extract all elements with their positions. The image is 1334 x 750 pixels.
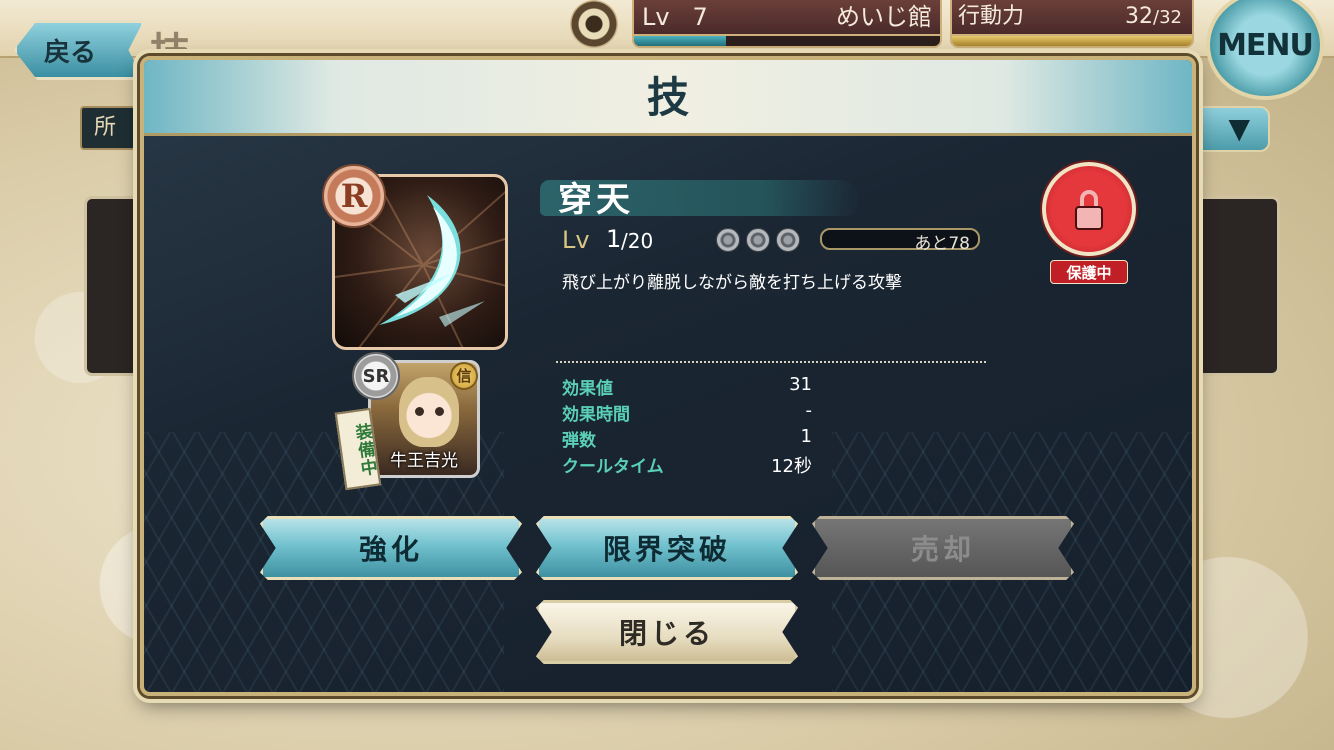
limit-break-star-icon xyxy=(716,228,740,252)
character-rarity-label: SR xyxy=(362,365,390,387)
character-name: 牛王吉光 xyxy=(390,451,458,471)
limit-break-star-icon xyxy=(746,228,770,252)
stat-value: - xyxy=(805,400,813,421)
back-button-label: 戻る xyxy=(43,37,96,68)
stat-label: 効果値 xyxy=(562,379,613,399)
character-eye xyxy=(435,407,444,416)
triangle-down-icon: ▼ xyxy=(1228,112,1250,145)
skill-description: 飛び上がり離脱しながら敵を打ち上げる攻撃 xyxy=(562,273,902,293)
faction-badge-label: 信 xyxy=(456,367,472,385)
skill-level-max: /20 xyxy=(621,229,654,253)
level-exp-fill xyxy=(634,36,726,46)
enhance-button-label: 強化 xyxy=(358,533,423,566)
ap-current: 32 xyxy=(1125,4,1154,29)
enhance-button[interactable]: 強化 xyxy=(260,516,522,580)
limit-break-button-label: 限界突破 xyxy=(602,533,731,566)
action-points-box: 行動力 32/32 xyxy=(950,0,1194,36)
stat-label: 効果時間 xyxy=(562,405,630,425)
crest-icon xyxy=(570,0,618,48)
lock-icon-body xyxy=(1075,206,1103,230)
limit-break-star-icon xyxy=(776,228,800,252)
lock-button[interactable] xyxy=(1042,162,1136,256)
modal-title: 技 xyxy=(144,60,1192,136)
sell-button-label: 売却 xyxy=(910,533,975,566)
ap-bar xyxy=(950,34,1194,48)
skill-detail-modal: 技 R 牛王吉光 SR 信 装備中 穿天 Lv 1 /20 あと78 飛び上がり… xyxy=(140,56,1196,696)
level-value: 7 xyxy=(692,3,708,31)
stat-row: 効果時間 - xyxy=(562,400,812,426)
back-button[interactable]: 戻る xyxy=(14,20,144,80)
stat-row: 弾数 1 xyxy=(562,426,812,452)
character-rarity-badge: SR xyxy=(352,352,400,400)
close-button[interactable]: 閉じる xyxy=(536,600,798,664)
sell-button[interactable]: 売却 xyxy=(812,516,1074,580)
skill-level-current: 1 xyxy=(606,225,622,253)
skill-rarity-label: R xyxy=(340,177,368,215)
stat-row: 効果値 31 xyxy=(562,374,812,400)
player-status: Lv 7 めいじ館 行動力 32/32 xyxy=(570,0,1210,56)
ap-max: /32 xyxy=(1153,7,1182,28)
ap-value: 32/32 xyxy=(1125,0,1182,35)
player-name: めいじ館 xyxy=(836,3,932,31)
exp-remaining: あと78 xyxy=(914,234,970,254)
stat-value: 1 xyxy=(800,426,812,447)
skill-name: 穿天 xyxy=(558,180,634,220)
level-box: Lv 7 めいじ館 xyxy=(632,0,942,36)
background-tab-label: 所 xyxy=(94,115,117,140)
character-portrait xyxy=(399,377,459,447)
lock-status-label: 保護中 xyxy=(1050,260,1128,284)
ap-label: 行動力 xyxy=(958,4,1025,29)
ap-fill xyxy=(952,36,1192,46)
menu-label: MENU xyxy=(1217,27,1314,63)
level-label: Lv xyxy=(642,3,670,31)
level-exp-bar xyxy=(632,34,942,48)
stat-label: クールタイム xyxy=(562,457,664,477)
divider xyxy=(556,361,986,363)
faction-badge: 信 xyxy=(450,362,478,390)
stat-value: 12秒 xyxy=(771,456,812,477)
character-eye xyxy=(415,407,424,416)
limit-break-button[interactable]: 限界突破 xyxy=(536,516,798,580)
stat-label: 弾数 xyxy=(562,431,596,451)
skill-rarity-badge: R xyxy=(322,164,386,228)
stat-row: クールタイム 12秒 xyxy=(562,452,812,478)
skill-exp-bar: あと78 xyxy=(820,228,980,254)
close-button-label: 閉じる xyxy=(618,617,715,650)
skill-level-label: Lv xyxy=(562,226,590,254)
stat-value: 31 xyxy=(789,374,812,395)
